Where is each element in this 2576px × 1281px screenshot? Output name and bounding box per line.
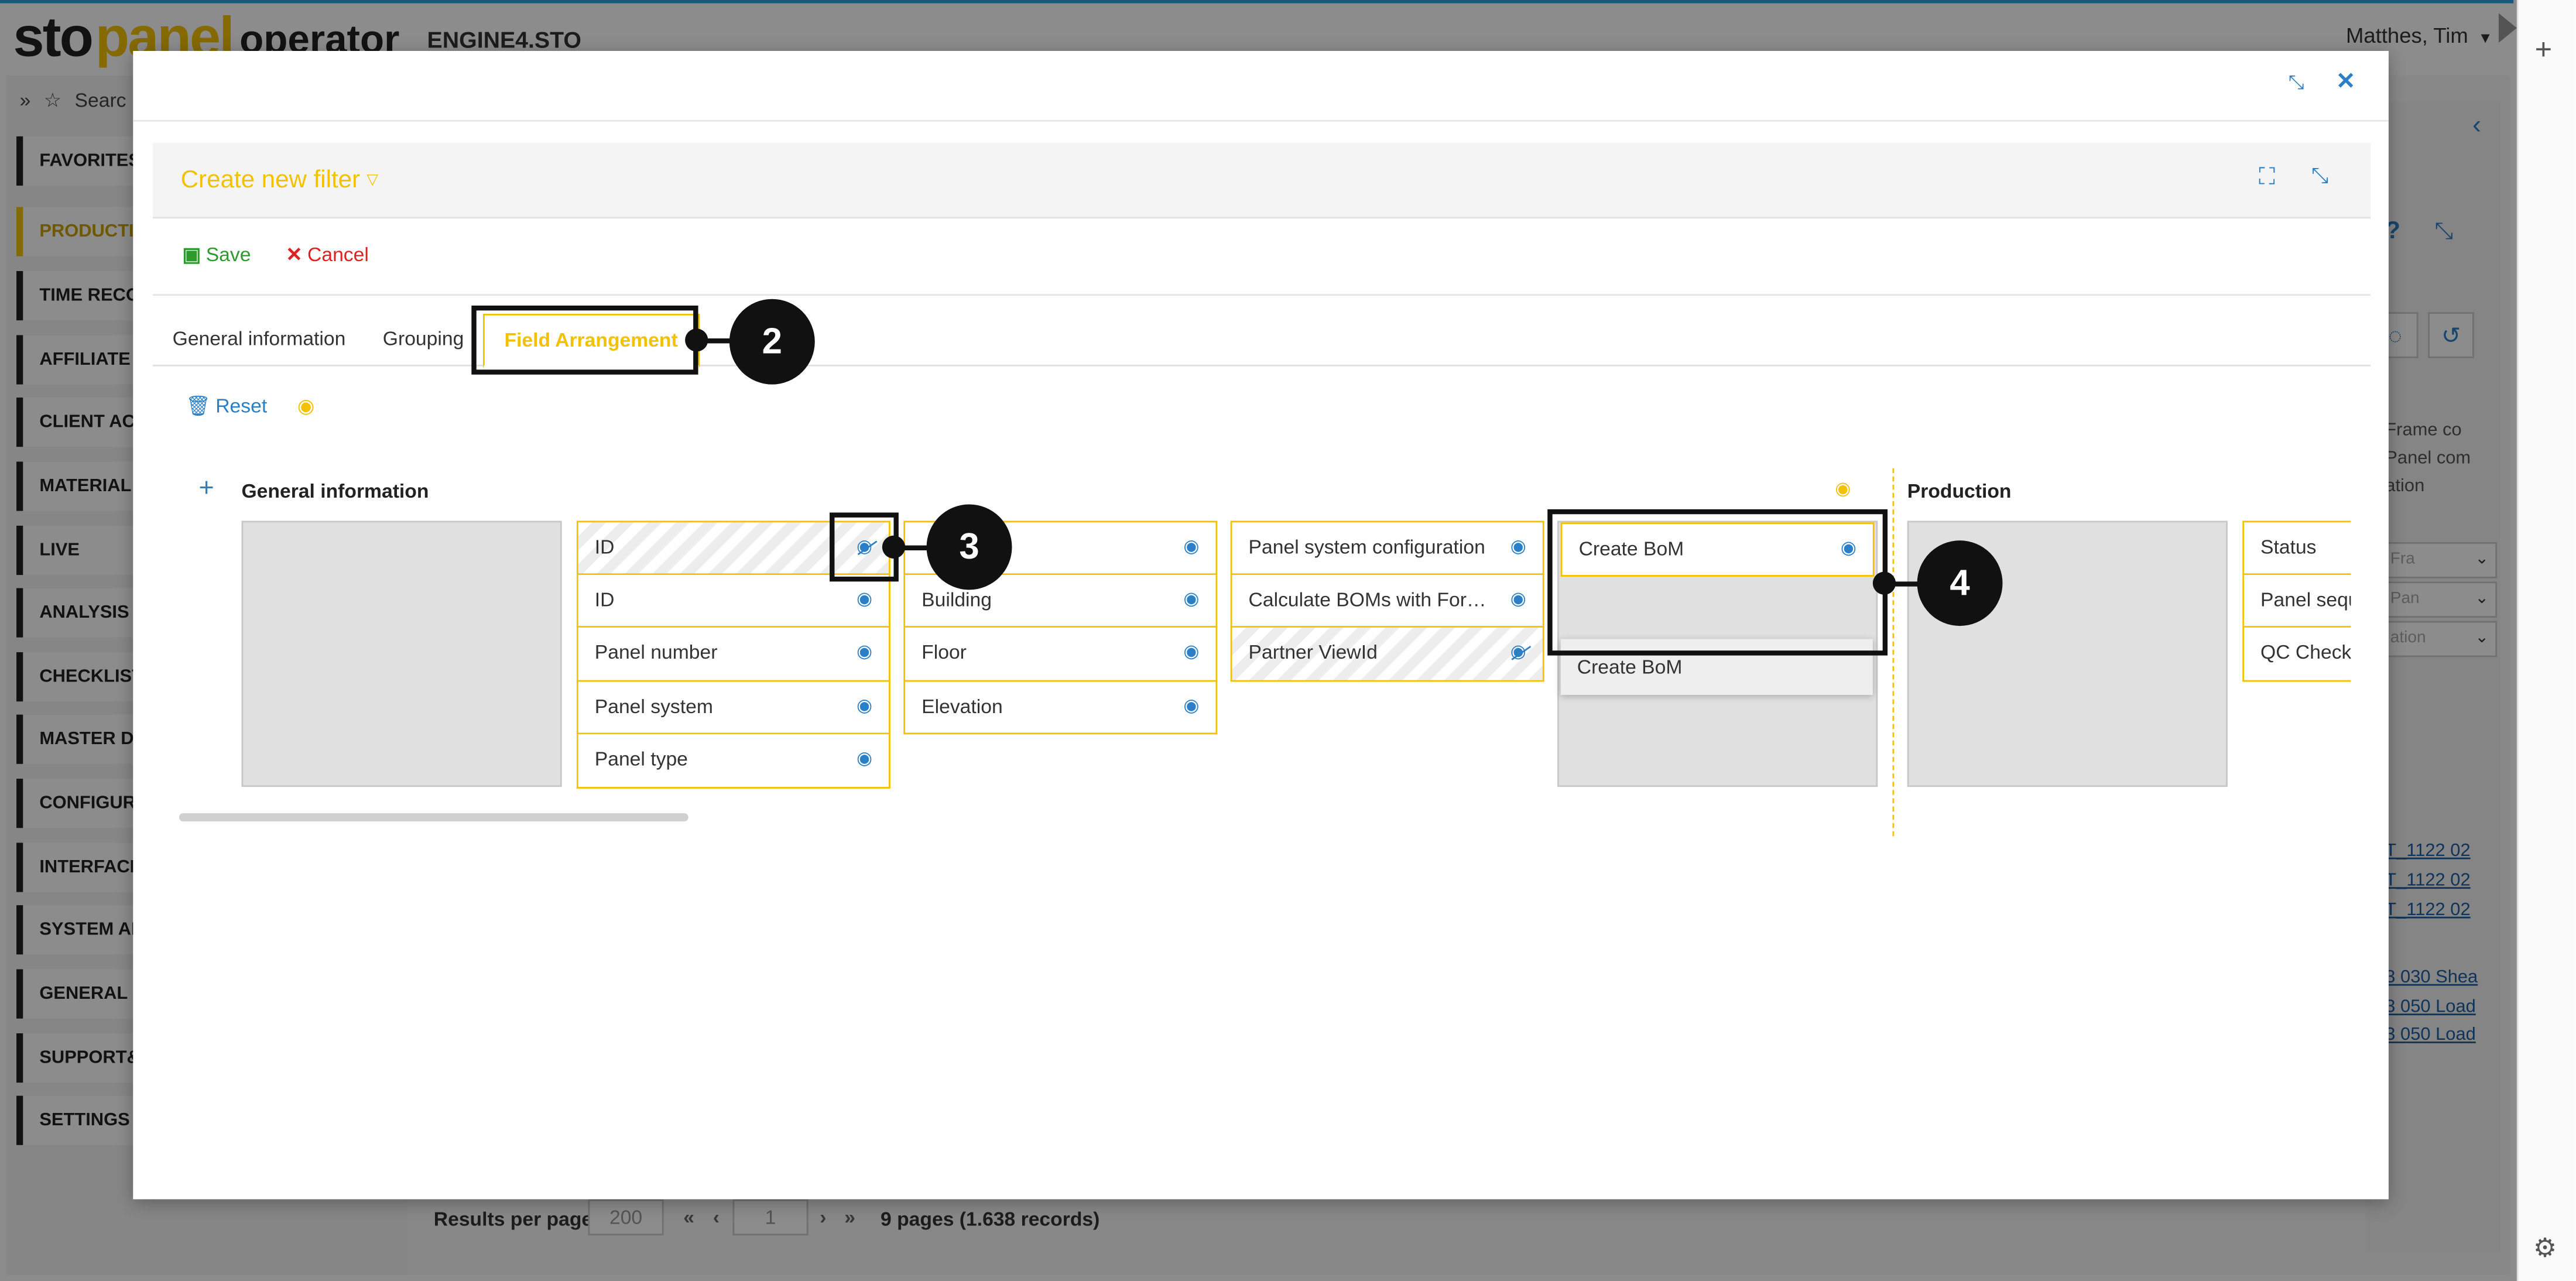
action-bar: ▣ Save ✕ Cancel [182,243,368,266]
eye-icon[interactable]: ◉ [1835,478,1851,499]
eye-icon[interactable]: ◉ [1183,681,1199,732]
eye-icon[interactable]: ◉ [1183,574,1199,625]
field-item[interactable]: Panel type ◉ [576,734,890,788]
field-item[interactable]: Status [2242,520,2351,574]
eye-icon[interactable]: ◉ [857,734,872,785]
callout-badge-2: 2 [729,299,815,385]
field-item[interactable]: Floor ◉ [903,627,1218,681]
empty-drop-column[interactable] [241,520,562,787]
eye-icon[interactable]: ◉ [1510,574,1526,625]
gear-icon[interactable]: ⚙ [2533,1232,2557,1265]
trash-icon: 🗑 [186,394,211,417]
highlight-box [1547,509,1888,656]
divider [152,294,2371,296]
filter-title-text: Create new filter [180,166,361,194]
eye-icon[interactable]: ◉ [297,394,314,417]
close-icon[interactable]: ✕ [2336,67,2355,95]
save-label: Save [205,243,251,266]
right-strip: + ⚙ [2498,0,2576,1281]
plus-icon[interactable]: + [199,475,214,505]
field-label: ID [594,587,615,611]
field-label: Floor [922,640,967,664]
eye-icon[interactable]: ◉ [857,574,872,625]
field-label: Panel number [594,640,718,664]
eye-icon[interactable]: ◉ [1510,522,1526,573]
field-item[interactable]: QC Check p [2242,627,2351,681]
field-label: Status [2260,535,2317,559]
expand-icon[interactable]: ⛶ [2259,163,2275,191]
reset-button[interactable]: 🗑 Reset [186,394,267,417]
field-item[interactable]: Elevation ◉ [903,681,1218,735]
cancel-button[interactable]: ✕ Cancel [286,243,368,266]
field-column: Panel system configuration ◉ Calculate BO… [1230,520,1544,681]
eye-icon[interactable]: ◉ [1183,522,1199,573]
section-divider [1892,468,1895,837]
field-item[interactable]: ID ◉ [576,574,890,628]
section-title-general: General information [241,479,429,503]
floppy-icon: ▣ [182,243,201,266]
field-label: Panel system [594,694,713,717]
close-icon: ✕ [286,243,303,266]
toolbar: 🗑 Reset ◉ [186,394,314,417]
production-column: Status Panel sequ QC Check p [2242,520,2351,681]
chevron-down-icon: ▽ [366,170,378,187]
field-label: Panel type [594,747,688,771]
callout-badge-4: 4 [1917,540,2003,626]
compress-icon[interactable]: ⤡ [2311,163,2328,189]
divider [133,119,2389,122]
section-title-production: Production [1907,479,2012,503]
filter-dialog: ⤡ ✕ Create new filter ▽ ⛶ ⤡ ▣ Save ✕ Cancel… [133,50,2389,1200]
tab-general-information[interactable]: General information [153,314,365,367]
save-button[interactable]: ▣ Save [182,243,251,266]
field-item[interactable]: Panel system ◉ [576,681,890,735]
eye-icon[interactable]: ◉ [1183,628,1199,679]
field-item[interactable]: Panel number ◉ [576,627,890,681]
field-label: Calculate BOMs with Formul… [1248,587,1518,611]
field-label: QC Check p [2260,640,2351,664]
field-item[interactable]: Panel system configuration ◉ [1230,520,1544,574]
field-item[interactable]: Panel sequ [2242,574,2351,628]
field-label: Panel sequ [2260,587,2351,611]
horizontal-scrollbar[interactable] [179,813,688,821]
eye-off-icon[interactable]: ◉ [1510,628,1526,679]
filter-header: Create new filter ▽ ⛶ ⤡ [152,143,2371,219]
field-label: ID [594,535,615,559]
compress-icon[interactable]: ⤡ [2289,71,2304,95]
screen: sto panel operator ENGINE4.STO Matthes, … [0,0,2576,1281]
tab-grouping[interactable]: Grouping [363,314,484,367]
cancel-label: Cancel [307,243,369,266]
field-label: Panel system configuration [1248,535,1485,559]
eye-icon[interactable]: ◉ [857,681,872,732]
field-label: Elevation [922,694,1003,717]
field-item[interactable]: Partner ViewId ◉ [1230,627,1544,681]
reset-label: Reset [215,394,268,417]
filter-title[interactable]: Create new filter ▽ [181,166,378,194]
field-label: Building [922,587,992,611]
add-icon[interactable]: + [2535,33,2553,67]
callout-badge-3: 3 [926,504,1012,590]
field-item[interactable]: Calculate BOMs with Formul… ◉ [1230,574,1544,628]
field-label: Partner ViewId [1248,640,1378,664]
highlight-box [471,305,698,375]
eye-icon[interactable]: ◉ [857,628,872,679]
